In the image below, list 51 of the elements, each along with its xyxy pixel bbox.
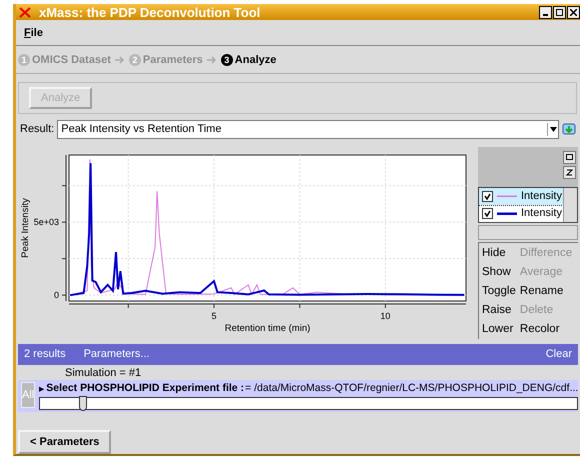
command-item[interactable]: Show — [482, 266, 516, 278]
tick-label: 5 — [212, 310, 217, 321]
arrow-icon — [206, 56, 217, 64]
command-item[interactable]: Raise — [482, 304, 516, 316]
command-item[interactable]: Hide — [482, 246, 516, 259]
result-dropdown[interactable]: Peak Intensity vs Retention Time — [57, 120, 559, 139]
maximize-button[interactable] — [553, 6, 566, 19]
minimize-button[interactable] — [539, 6, 552, 19]
results-count: 2 results — [24, 348, 66, 360]
tick-label: 0 — [54, 290, 59, 300]
arrow-icon — [114, 56, 125, 64]
scrollbar[interactable] — [478, 224, 578, 240]
x-axis-label: Retention time (min) — [224, 322, 310, 334]
slider-thumb[interactable] — [79, 396, 88, 411]
export-icon[interactable] — [562, 122, 576, 136]
menu-item[interactable]: File — [24, 26, 43, 39]
parameters-link[interactable]: Parameters... — [84, 348, 150, 360]
command-item[interactable]: Recolor — [520, 323, 578, 336]
square-icon — [566, 154, 573, 161]
legend-label: Intensity — [521, 190, 562, 202]
legend-item[interactable]: Intensity — [479, 188, 563, 205]
simulation-title: Simulation = #1 — [65, 366, 142, 379]
y-axis-label: Peak Intensity — [20, 198, 31, 258]
step-number: 3 — [220, 54, 233, 66]
parameter-slider[interactable] — [39, 396, 578, 410]
step-number: 1 — [18, 54, 30, 66]
legend-label: Intensity — [521, 207, 562, 220]
x-logo-icon — [19, 6, 31, 18]
square-button[interactable] — [563, 150, 576, 164]
z-icon — [566, 168, 573, 176]
legend-item[interactable]: Intensity — [479, 204, 563, 222]
result-label: Result: — [20, 123, 54, 136]
back-button[interactable]: < Parameters — [18, 430, 112, 454]
zoom-button[interactable] — [563, 166, 576, 179]
tick-label: 5e+03 — [34, 217, 59, 228]
checkbox[interactable] — [482, 190, 493, 202]
checkbox[interactable] — [482, 208, 493, 219]
close-button[interactable] — [567, 6, 580, 19]
window-title: xMass: the PDP Deconvolution Tool — [39, 4, 260, 20]
caret-icon — [550, 126, 556, 132]
command-item[interactable]: Rename — [520, 284, 578, 297]
maximize-icon — [556, 8, 563, 16]
tick-label: 10 — [380, 310, 390, 321]
close-icon — [570, 8, 577, 16]
clear-link[interactable]: Clear — [546, 348, 572, 360]
command-item[interactable]: Toggle — [482, 284, 516, 297]
command-item[interactable]: Lower — [482, 323, 516, 336]
scrollbar[interactable] — [563, 188, 577, 222]
parameter-text: ▸Select PHOSPHOLIPID Experiment file := /data/MicroMass-QTOF/regnier/LC-MS/PHOSPHOLIPID_DENG/cdf... — [39, 382, 578, 395]
step-number: 2 — [128, 54, 141, 66]
wizard-step[interactable]: Analyze — [234, 54, 276, 66]
